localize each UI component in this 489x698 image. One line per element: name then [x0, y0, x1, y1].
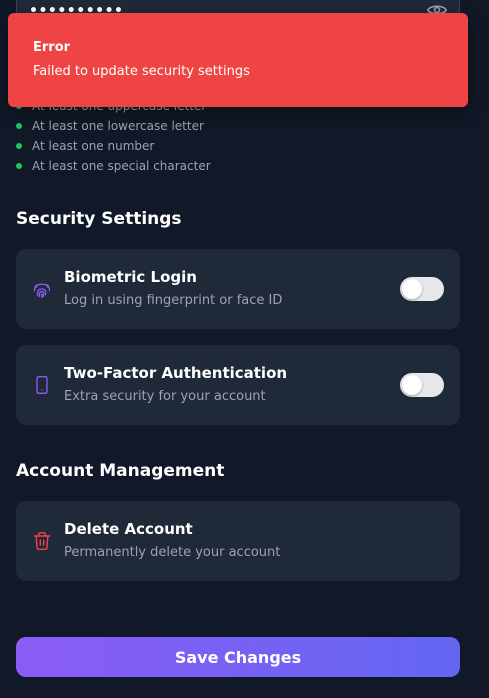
two-factor-subtitle: Extra security for your account	[64, 389, 266, 404]
biometric-login-title: Biometric Login	[64, 268, 197, 286]
delete-account-subtitle: Permanently delete your account	[64, 545, 281, 560]
delete-account-title: Delete Account	[64, 520, 193, 538]
toast-title: Error	[33, 40, 71, 55]
requirement-label: At least one lowercase letter	[32, 119, 204, 133]
biometric-login-subtitle: Log in using fingerprint or face ID	[64, 293, 283, 308]
security-settings-page: •••••••••• At least one uppercase letter…	[0, 0, 489, 698]
check-dot-icon	[16, 163, 22, 169]
biometric-login-toggle[interactable]	[400, 277, 444, 301]
toggle-knob	[402, 279, 422, 299]
password-requirements: At least one uppercase letter At least o…	[16, 96, 211, 176]
two-factor-toggle[interactable]	[400, 373, 444, 397]
biometric-login-card: Biometric Login Log in using fingerprint…	[16, 249, 460, 329]
requirement-item: At least one lowercase letter	[16, 116, 211, 136]
requirement-item: At least one number	[16, 136, 211, 156]
error-toast[interactable]: Error Failed to update security settings	[8, 13, 468, 107]
two-factor-card: Two-Factor Authentication Extra security…	[16, 345, 460, 425]
security-settings-heading: Security Settings	[16, 209, 182, 229]
account-management-heading: Account Management	[16, 461, 225, 481]
save-changes-button[interactable]: Save Changes	[16, 637, 460, 677]
toast-message: Failed to update security settings	[33, 64, 250, 79]
requirement-item: At least one special character	[16, 156, 211, 176]
check-dot-icon	[16, 123, 22, 129]
requirement-label: At least one number	[32, 139, 155, 153]
trash-icon	[33, 531, 51, 551]
delete-account-card[interactable]: Delete Account Permanently delete your a…	[16, 501, 460, 581]
toggle-knob	[402, 375, 422, 395]
two-factor-title: Two-Factor Authentication	[64, 364, 288, 382]
smartphone-icon	[36, 376, 48, 394]
fingerprint-icon	[33, 283, 51, 298]
check-dot-icon	[16, 143, 22, 149]
requirement-label: At least one special character	[32, 159, 211, 173]
